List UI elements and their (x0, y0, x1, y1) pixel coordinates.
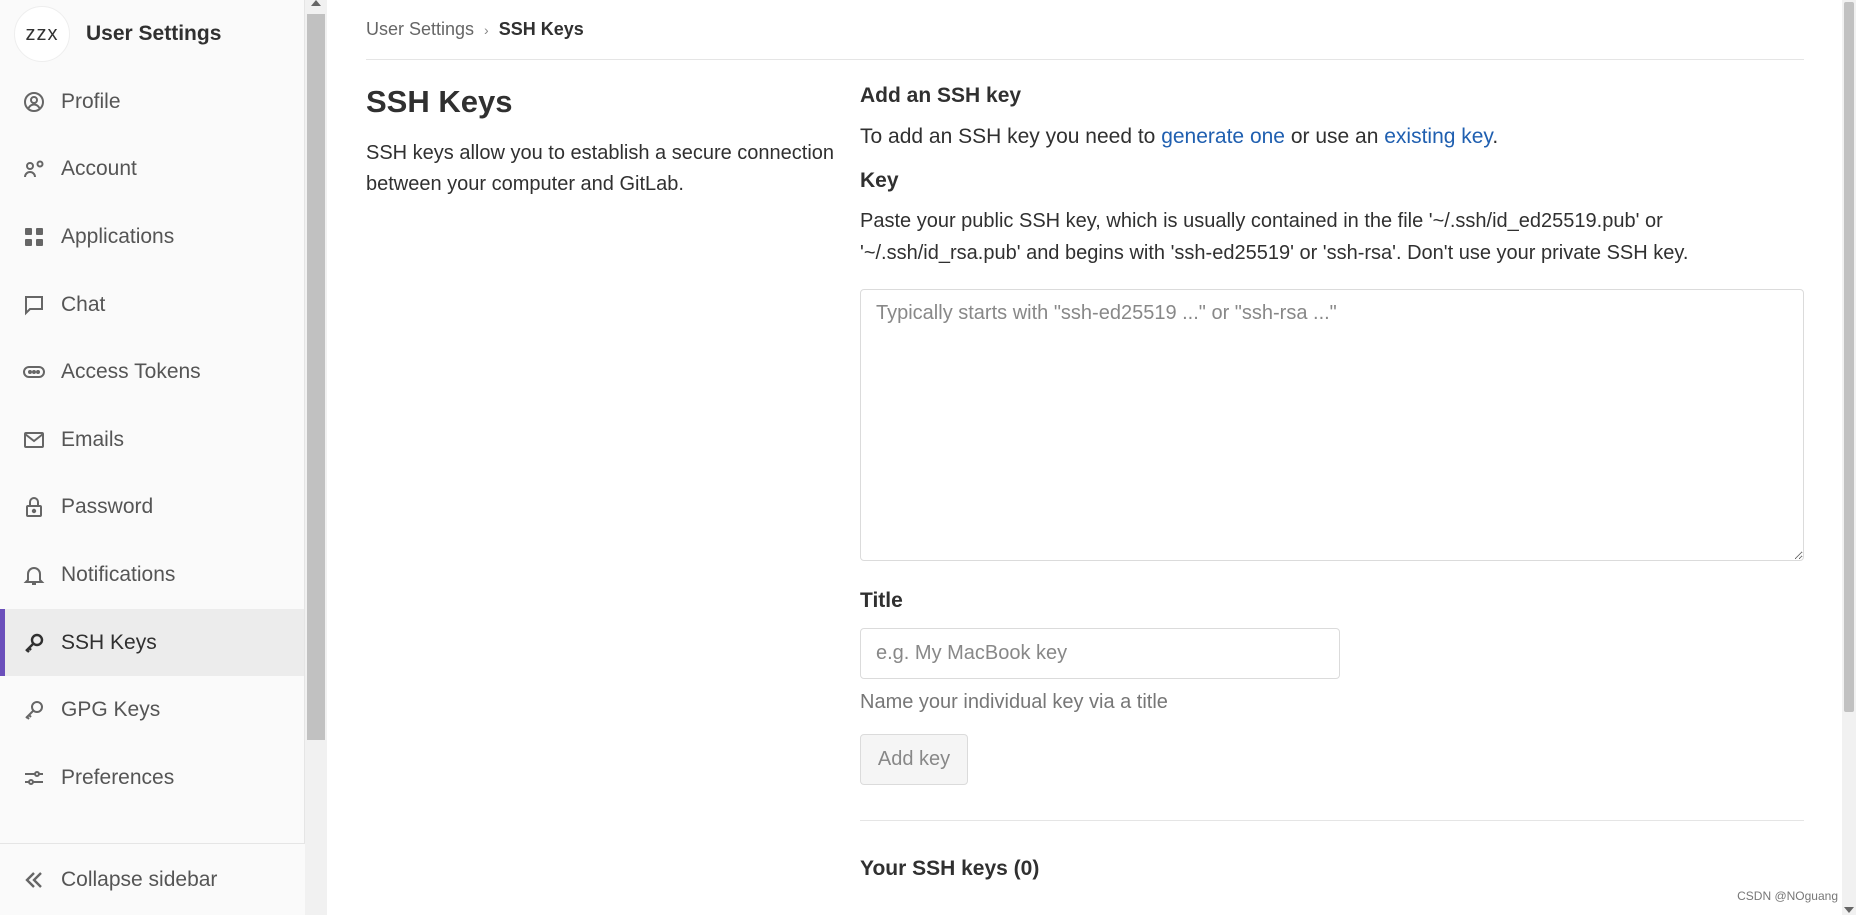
chevron-right-icon: › (484, 21, 489, 38)
page-scroll-thumb[interactable] (1844, 2, 1854, 712)
lock-icon (22, 495, 46, 519)
key-icon (22, 698, 46, 722)
sidebar-item-label: Notifications (61, 562, 176, 586)
intro-suffix: . (1492, 125, 1499, 148)
scroll-down-icon[interactable] (1844, 907, 1854, 913)
generate-one-link[interactable]: generate one (1161, 125, 1285, 148)
section-info: SSH Keys SSH keys allow you to establish… (366, 84, 836, 200)
sidebar-item-account[interactable]: Account (0, 136, 304, 204)
key-label: Key (860, 169, 899, 192)
sidebar-item-ssh-keys[interactable]: SSH Keys (0, 608, 304, 677)
collapse-sidebar-button[interactable]: Collapse sidebar (0, 843, 305, 915)
title-label: Title (860, 589, 903, 612)
key-icon (22, 631, 46, 655)
double-chevron-left-icon (22, 868, 46, 892)
sidebar-item-profile[interactable]: Profile (0, 68, 304, 136)
chat-icon (22, 293, 46, 317)
sidebar-item-chat[interactable]: Chat (0, 271, 304, 339)
collapse-sidebar-label: Collapse sidebar (61, 867, 218, 891)
sidebar-item-label: Emails (61, 427, 125, 451)
main-content: User Settings › SSH Keys SSH Keys SSH ke… (366, 0, 1804, 880)
form-intro: To add an SSH key you need to generate o… (860, 125, 1804, 149)
scroll-up-icon[interactable] (311, 0, 321, 6)
title-input[interactable] (860, 628, 1340, 679)
token-icon (22, 360, 46, 384)
mail-icon (22, 428, 46, 452)
existing-key-link[interactable]: existing key (1384, 125, 1492, 148)
intro-middle: or use an (1284, 125, 1385, 148)
sidebar-item-label: Profile (61, 89, 121, 113)
sidebar-item-label: SSH Keys (61, 630, 157, 654)
avatar[interactable]: zzx (14, 6, 70, 62)
sidebar-item-label: Account (61, 157, 137, 181)
sidebar-item-label: Chat (61, 292, 106, 316)
sidebar-item-label: GPG Keys (61, 698, 161, 722)
sidebar-item-access-tokens[interactable]: Access Tokens (0, 338, 304, 406)
bell-icon (22, 563, 46, 587)
sidebar-item-gpg-keys[interactable]: GPG Keys (0, 676, 304, 744)
sidebar-item-label: Applications (61, 224, 175, 248)
intro-prefix: To add an SSH key you need to (860, 125, 1162, 148)
breadcrumb: User Settings › SSH Keys (366, 0, 1804, 60)
divider (860, 820, 1804, 821)
profile-icon (22, 90, 46, 114)
sidebar-item-label: Preferences (61, 765, 175, 789)
sidebar-nav: Profile Account Applications Chat Access… (0, 68, 304, 812)
sidebar-item-label: Password (61, 495, 154, 519)
your-ssh-keys-heading: Your SSH keys (0) (860, 857, 1040, 880)
sidebar-item-label: Access Tokens (61, 360, 201, 384)
key-description: Paste your public SSH key, which is usua… (860, 210, 1689, 264)
applications-icon (22, 225, 46, 249)
sidebar-header: zzx User Settings (0, 0, 304, 68)
avatar-text: zzx (25, 22, 59, 45)
sidebar-item-notifications[interactable]: Notifications (0, 541, 304, 609)
sidebar-title: User Settings (86, 22, 222, 45)
sidebar-scrollbar[interactable] (305, 0, 327, 915)
account-icon (22, 157, 46, 181)
sidebar-item-applications[interactable]: Applications (0, 203, 304, 271)
sidebar-scroll-thumb[interactable] (307, 14, 325, 740)
page-scrollbar[interactable] (1842, 0, 1856, 915)
watermark: CSDN @NOguang (1737, 889, 1838, 903)
add-ssh-key-form: Add an SSH key To add an SSH key you nee… (860, 84, 1804, 881)
section-description: SSH keys allow you to establish a secure… (366, 142, 835, 195)
breadcrumb-ssh-keys[interactable]: SSH Keys (499, 19, 584, 40)
breadcrumb-user-settings[interactable]: User Settings (366, 19, 474, 40)
sidebar-item-password[interactable]: Password (0, 474, 304, 542)
add-key-button[interactable]: Add key (860, 734, 968, 785)
sidebar-item-preferences[interactable]: Preferences (0, 744, 304, 812)
title-hint: Name your individual key via a title (860, 691, 1168, 713)
sidebar: zzx User Settings Profile Account Applic… (0, 0, 305, 915)
sidebar-item-emails[interactable]: Emails (0, 406, 304, 474)
key-textarea[interactable] (860, 289, 1804, 561)
preferences-icon (22, 766, 46, 790)
form-heading: Add an SSH key (860, 84, 1022, 107)
page-title: SSH Keys (366, 84, 513, 119)
